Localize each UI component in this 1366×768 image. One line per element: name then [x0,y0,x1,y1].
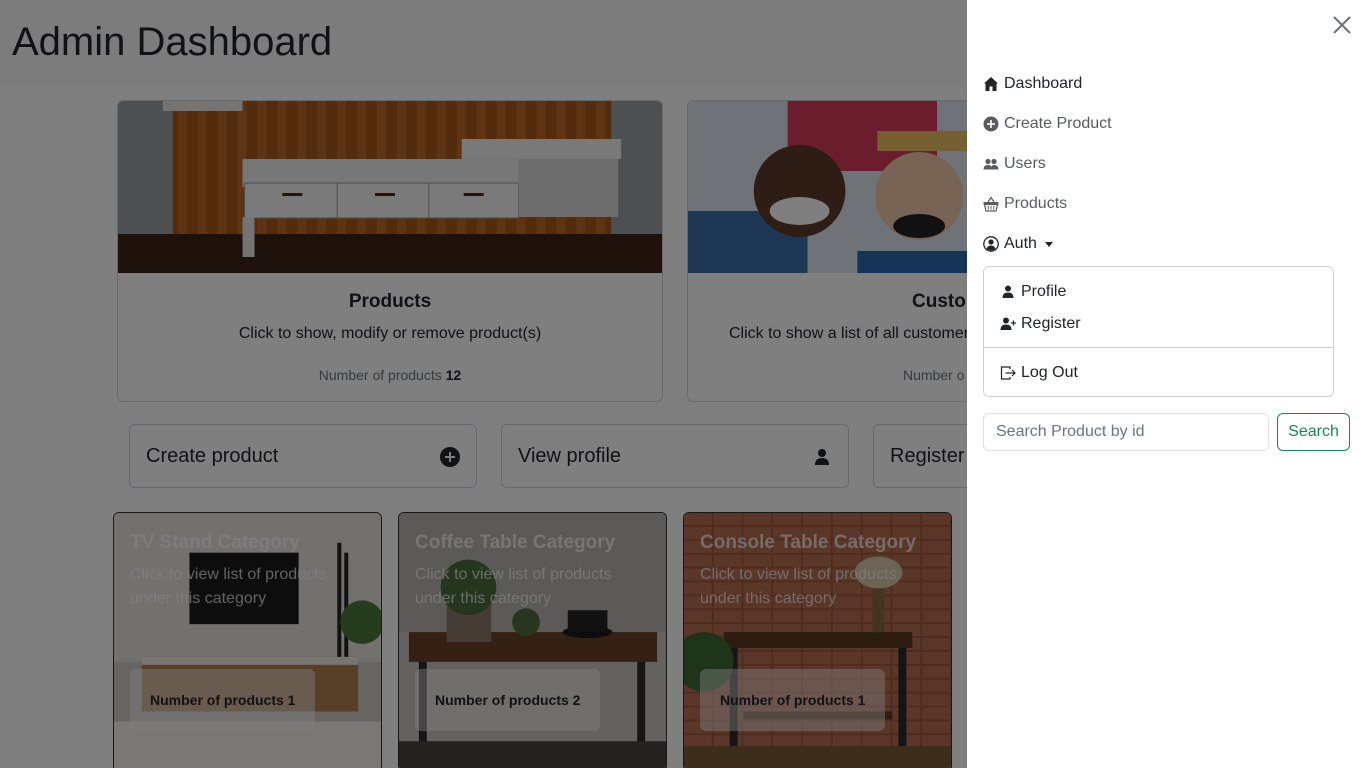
nav-dashboard[interactable]: Dashboard [983,72,1082,96]
chevron-down-icon [1044,241,1053,247]
close-icon[interactable] [1331,14,1353,36]
dropdown-item-profile[interactable]: Profile [1000,280,1066,304]
person-icon [1002,285,1014,298]
search-button[interactable]: Search [1277,413,1350,451]
nav-create-product-label: Create Product [1004,115,1112,132]
person-plus-icon [1000,317,1016,330]
nav-create-product[interactable]: Create Product [983,112,1112,136]
dropdown-item-register[interactable]: Register [1000,312,1081,336]
search-product-input[interactable] [983,413,1269,451]
people-icon [983,158,999,170]
person-circle-icon [983,236,999,252]
nav-dashboard-label: Dashboard [1004,75,1083,92]
plus-circle-icon [983,116,999,132]
dropdown-item-logout[interactable]: Log Out [1000,361,1078,385]
dropdown-logout-label: Log Out [1021,364,1078,381]
auth-dropdown-menu: Profile Register Log Out [983,266,1334,397]
nav-auth-dropdown-toggle[interactable]: Auth [983,232,1053,256]
nav-users-label: Users [1004,155,1046,172]
nav-auth-label: Auth [1004,235,1037,252]
dropdown-divider [984,347,1333,348]
box-arrow-right-icon [1000,366,1016,380]
nav-products[interactable]: Products [983,192,1067,216]
nav-products-label: Products [1004,195,1068,212]
basket-icon [983,196,999,212]
nav-users[interactable]: Users [983,152,1046,176]
dropdown-profile-label: Profile [1021,283,1067,300]
house-icon [984,77,998,91]
dropdown-register-label: Register [1021,315,1081,332]
